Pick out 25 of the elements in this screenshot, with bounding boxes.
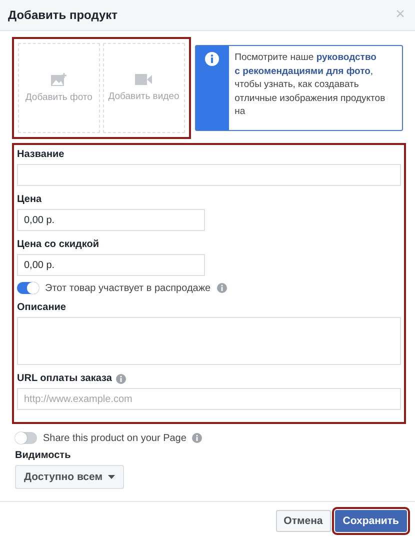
image-icon [50,73,67,86]
cancel-button[interactable]: Отмена [276,510,331,532]
field-label: Описание [17,302,66,313]
dialog-title: Добавить продукт [8,8,118,22]
toggle-label: Этот товар участвует в распродаже [45,282,211,294]
input-field[interactable]: 0,00 р. [17,209,205,231]
text-area[interactable] [17,317,401,365]
caret-icon [108,475,116,479]
field-label: Цена [17,194,42,205]
visibility-dropdown[interactable]: Доступно всем [15,465,124,489]
input-field[interactable] [17,164,401,186]
field-label: Название [17,149,64,160]
guide-link[interactable]: с рекомендациями для фото [234,66,370,76]
toggle-switch[interactable] [17,282,39,294]
info-text: Посмотрите наше руководство с рекомендациями для фото, чтобы узнать, как создавать отличные изображения продуктов на [234,51,386,119]
toggle-label: Share this product on your Page [43,432,186,444]
field-label: Видимость [15,450,71,461]
info-icon [205,52,220,66]
field-label: URL оплаты заказа [17,373,112,384]
guide-link[interactable]: руководство [316,52,376,63]
field-label: Цена со скидкой [17,239,100,250]
video-camera-icon [135,74,152,85]
save-button[interactable]: Сохранить [334,510,407,532]
toggle-switch[interactable] [15,432,37,444]
input-field[interactable]: 0,00 р. [17,254,205,276]
